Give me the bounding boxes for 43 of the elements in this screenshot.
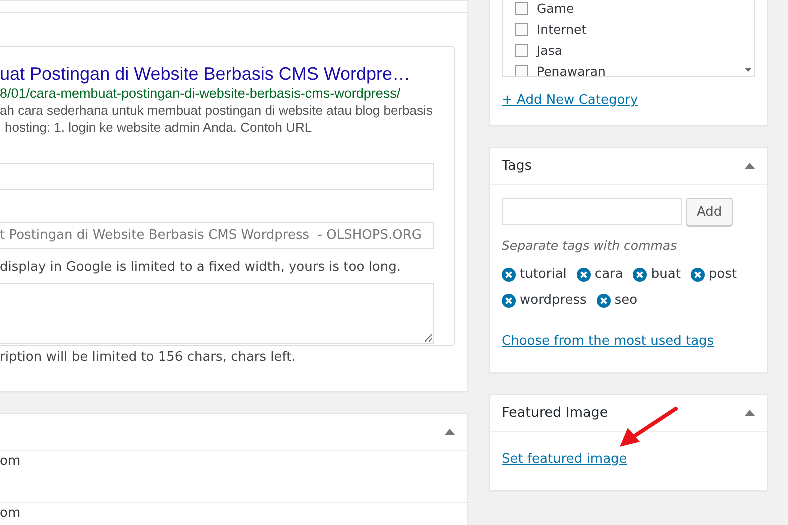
scroll-down-icon[interactable] xyxy=(745,68,752,72)
input-field[interactable]: t Postingan di Website Berbasis CMS Wordpress - OLSHOPS.ORG xyxy=(0,222,434,249)
checkbox[interactable] xyxy=(515,23,528,36)
checkbox[interactable] xyxy=(515,65,528,76)
category-label: Penawaran xyxy=(537,64,606,76)
snippet-url: 8/01/cara-membuat-postingan-di-website-berbasis-cms-wordpress/ xyxy=(0,85,402,102)
most-used-tags-link[interactable]: Choose from the most used tags xyxy=(502,334,714,349)
input-field[interactable] xyxy=(0,163,434,190)
remove-icon[interactable] xyxy=(576,268,591,282)
add-category-link[interactable]: + Add New Category xyxy=(502,93,638,108)
tag-input[interactable] xyxy=(502,198,682,225)
category-label: Game xyxy=(537,1,574,16)
tag-label: seo xyxy=(614,293,638,308)
remove-icon[interactable] xyxy=(633,268,648,282)
set-featured-image-link[interactable]: Set featured image xyxy=(502,452,628,467)
help-text: ription will be limited to 156 chars, chars left. xyxy=(0,349,297,367)
snippet-description: ah cara sederhana untuk membuat postingan di website atau blog berbasis xyxy=(0,102,433,119)
remove-icon[interactable] xyxy=(502,268,516,282)
tag-label: post xyxy=(708,267,737,282)
row-text: om xyxy=(0,454,21,469)
add-button[interactable]: Add xyxy=(686,198,734,226)
tag-label: wordpress xyxy=(520,293,587,308)
snippet-title[interactable]: uat Postingan di Website Berbasis CMS Wordpre… xyxy=(0,63,434,85)
collapse-icon[interactable] xyxy=(445,429,455,435)
snippet-description: hosting: 1. login ke website admin Anda. Contoh URL xyxy=(4,119,312,136)
collapse-icon[interactable] xyxy=(745,163,755,169)
remove-icon[interactable] xyxy=(596,294,611,308)
category-label: Jasa xyxy=(537,43,563,58)
arrow-annotation xyxy=(618,406,680,450)
remove-icon[interactable] xyxy=(690,268,705,282)
category-label: Internet xyxy=(537,22,587,37)
checkbox[interactable] xyxy=(515,44,528,57)
remove-icon[interactable] xyxy=(502,294,516,308)
panel-title: Tags xyxy=(502,158,532,174)
row-text: om xyxy=(0,506,21,521)
tag-label: cara xyxy=(594,267,624,282)
tag-label: buat xyxy=(651,267,681,282)
help-text: display in Google is limited to a fixed width, yours is too long. xyxy=(0,259,402,277)
checkbox[interactable] xyxy=(515,2,528,15)
collapse-icon[interactable] xyxy=(745,410,755,416)
hint-text: Separate tags with commas xyxy=(502,238,678,253)
tag-label: tutorial xyxy=(520,267,567,282)
panel-title: Featured Image xyxy=(502,405,608,421)
